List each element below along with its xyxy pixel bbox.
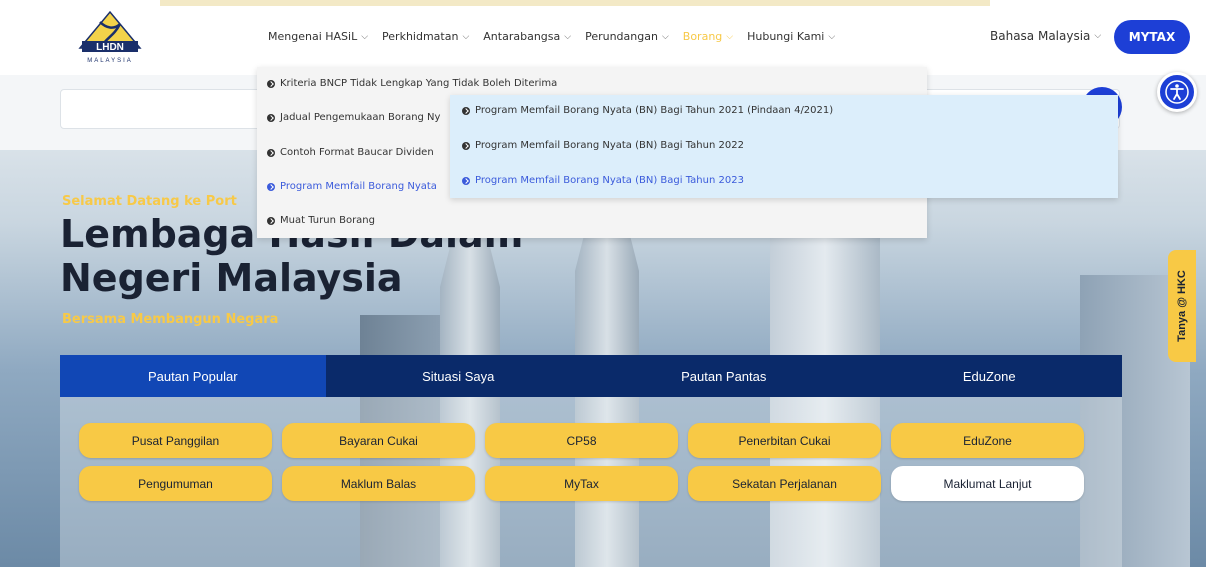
- chevron-down-icon: ⌵: [828, 31, 836, 42]
- chevron-right-circle-icon: [267, 216, 275, 225]
- nav-antarabangsa[interactable]: Antarabangsa ⌵: [483, 30, 571, 43]
- dropdown-item-label: Jadual Pengemukaan Borang Ny: [280, 112, 441, 123]
- language-label: Bahasa Malaysia: [990, 29, 1091, 43]
- main-nav: Mengenai HASiL ⌵ Perkhidmatan ⌵ Antarabang…: [268, 30, 849, 43]
- accessibility-button[interactable]: [1157, 72, 1197, 112]
- quick-link-maklum-balas[interactable]: Maklum Balas: [282, 466, 475, 501]
- nav-perundangan[interactable]: Perundangan ⌵: [585, 30, 669, 43]
- header-accent-line: [160, 0, 990, 6]
- submenu-item[interactable]: Program Memfail Borang Nyata (BN) Bagi T…: [462, 105, 833, 116]
- nav-borang[interactable]: Borang ⌵: [683, 30, 733, 43]
- dropdown-item-active[interactable]: Program Memfail Borang Nyata: [267, 181, 437, 192]
- chevron-right-circle-icon: [267, 182, 275, 191]
- quick-link-sekatan-perjalanan[interactable]: Sekatan Perjalanan: [688, 466, 881, 501]
- chevron-right-circle-icon: [267, 148, 275, 157]
- chevron-down-icon: ⌵: [1094, 31, 1102, 41]
- program-submenu: Program Memfail Borang Nyata (BN) Bagi T…: [450, 95, 1118, 198]
- dropdown-item[interactable]: Kriteria BNCP Tidak Lengkap Yang Tidak B…: [267, 78, 557, 89]
- chevron-right-circle-icon: [462, 106, 470, 115]
- tab-situasi-saya[interactable]: Situasi Saya: [326, 355, 592, 397]
- nav-label: Antarabangsa: [483, 30, 561, 43]
- hero-subtitle: Bersama Membangun Negara: [62, 312, 279, 327]
- lhdn-logo[interactable]: LHDN MALAYSIA: [62, 8, 158, 66]
- quick-link-pengumuman[interactable]: Pengumuman: [79, 466, 272, 501]
- mytax-button[interactable]: MYTAX: [1114, 20, 1190, 54]
- chevron-down-icon: ⌵: [661, 31, 669, 42]
- nav-label: Hubungi Kami: [747, 30, 825, 43]
- svg-text:MALAYSIA: MALAYSIA: [87, 58, 133, 64]
- quick-link-cp58[interactable]: CP58: [485, 423, 678, 458]
- nav-perkhidmatan[interactable]: Perkhidmatan ⌵: [382, 30, 469, 43]
- dropdown-item-label: Contoh Format Baucar Dividen: [280, 147, 434, 158]
- language-selector[interactable]: Bahasa Malaysia ⌵: [990, 29, 1101, 43]
- quick-links-grid: Pusat Panggilan Bayaran Cukai CP58 Pener…: [79, 423, 1084, 501]
- dropdown-item-label: Program Memfail Borang Nyata: [280, 181, 437, 192]
- hkc-label-wrap: Tanya @ HKC: [1171, 260, 1193, 352]
- quick-link-maklumat-lanjut[interactable]: Maklumat Lanjut: [891, 466, 1084, 501]
- submenu-item[interactable]: Program Memfail Borang Nyata (BN) Bagi T…: [462, 140, 744, 151]
- submenu-item-active[interactable]: Program Memfail Borang Nyata (BN) Bagi T…: [462, 175, 744, 186]
- nav-label: Perkhidmatan: [382, 30, 459, 43]
- tab-pautan-popular[interactable]: Pautan Popular: [60, 355, 326, 397]
- submenu-item-label: Program Memfail Borang Nyata (BN) Bagi T…: [475, 140, 744, 151]
- dropdown-item[interactable]: Contoh Format Baucar Dividen: [267, 147, 434, 158]
- nav-label: Borang: [682, 30, 723, 43]
- chevron-down-icon: ⌵: [726, 31, 734, 42]
- chevron-down-icon: ⌵: [361, 31, 369, 42]
- tab-pautan-pantas[interactable]: Pautan Pantas: [591, 355, 857, 397]
- hkc-label: Tanya @ HKC: [1176, 270, 1188, 342]
- nav-label: Perundangan: [585, 30, 658, 43]
- dropdown-item[interactable]: Jadual Pengemukaan Borang Ny: [267, 112, 440, 123]
- chevron-right-circle-icon: [267, 113, 275, 122]
- chevron-right-circle-icon: [267, 79, 275, 88]
- quick-link-bayaran-cukai[interactable]: Bayaran Cukai: [282, 423, 475, 458]
- nav-label: Mengenai HASiL: [268, 30, 358, 43]
- tanya-hkc-tab[interactable]: Tanya @ HKC: [1168, 250, 1196, 362]
- quick-link-mytax[interactable]: MyTax: [485, 466, 678, 501]
- accessibility-icon: [1165, 80, 1189, 104]
- hero-welcome-text: Selamat Datang ke Port: [62, 194, 237, 209]
- chevron-down-icon: ⌵: [462, 31, 470, 42]
- nav-mengenai-hasil[interactable]: Mengenai HASiL ⌵: [268, 30, 368, 43]
- chevron-right-circle-icon: [462, 141, 470, 150]
- quick-link-pusat-panggilan[interactable]: Pusat Panggilan: [79, 423, 272, 458]
- submenu-item-label: Program Memfail Borang Nyata (BN) Bagi T…: [475, 175, 744, 186]
- tab-eduzone[interactable]: EduZone: [857, 355, 1123, 397]
- svg-text:LHDN: LHDN: [96, 42, 124, 53]
- chevron-right-circle-icon: [462, 176, 470, 185]
- site-header: LHDN MALAYSIA Mengenai HASiL ⌵ Perkhidmat…: [0, 0, 1206, 75]
- quick-link-penerbitan-cukai[interactable]: Penerbitan Cukai: [688, 423, 881, 458]
- dropdown-item-label: Kriteria BNCP Tidak Lengkap Yang Tidak B…: [280, 78, 558, 89]
- submenu-item-label: Program Memfail Borang Nyata (BN) Bagi T…: [475, 105, 834, 116]
- nav-hubungi-kami[interactable]: Hubungi Kami ⌵: [747, 30, 835, 43]
- chevron-down-icon: ⌵: [564, 31, 572, 42]
- dropdown-item[interactable]: Muat Turun Borang: [267, 215, 375, 226]
- dropdown-item-label: Muat Turun Borang: [280, 215, 375, 226]
- link-tabs: Pautan Popular Situasi Saya Pautan Panta…: [60, 355, 1122, 397]
- quick-link-eduzone[interactable]: EduZone: [891, 423, 1084, 458]
